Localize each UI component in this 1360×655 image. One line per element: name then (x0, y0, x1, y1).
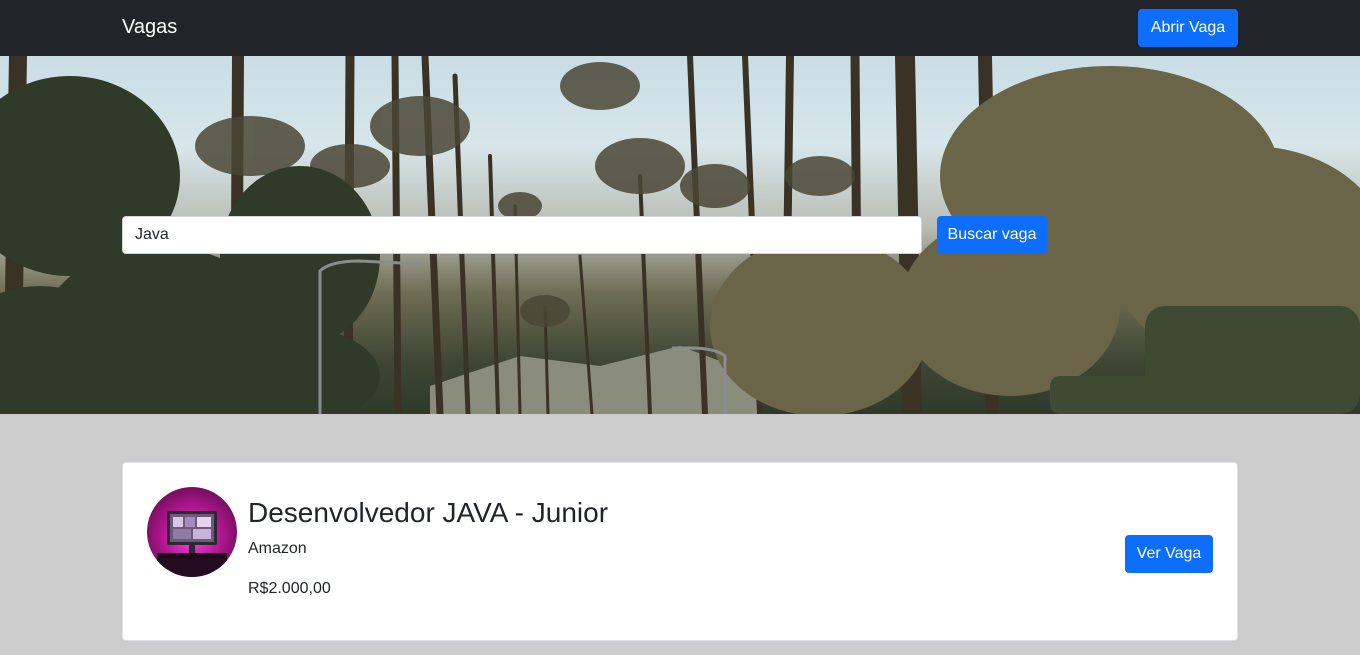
hero-banner: Buscar vaga (0, 56, 1360, 414)
search-input[interactable] (122, 216, 922, 254)
brand-link[interactable]: Vagas (122, 16, 177, 39)
job-salary: R$2.000,00 (248, 580, 331, 597)
company-logo (147, 487, 237, 577)
company-name: Amazon (248, 540, 307, 557)
job-card: Desenvolvedor JAVA - Junior Amazon R$2.0… (122, 462, 1238, 641)
search-button[interactable]: Buscar vaga (937, 216, 1047, 254)
view-job-button[interactable]: Ver Vaga (1125, 535, 1213, 573)
job-title: Desenvolvedor JAVA - Junior (248, 497, 609, 528)
open-job-button[interactable]: Abrir Vaga (1138, 9, 1238, 47)
computer-setup-image (157, 511, 227, 577)
navbar: Vagas Abrir Vaga (0, 0, 1360, 56)
job-list: Desenvolvedor JAVA - Junior Amazon R$2.0… (0, 414, 1360, 655)
